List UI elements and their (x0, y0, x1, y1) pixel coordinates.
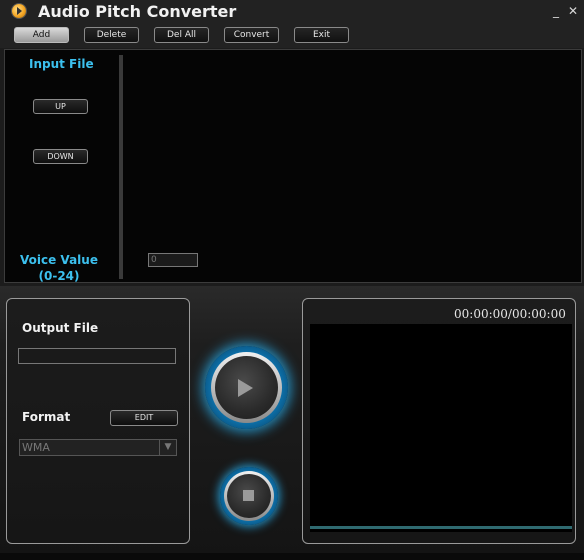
exit-button[interactable]: Exit (294, 27, 349, 43)
delete-button[interactable]: Delete (84, 27, 139, 43)
panel-divider (119, 55, 123, 279)
window-title: Audio Pitch Converter (38, 2, 237, 21)
output-file-label: Output File (22, 321, 99, 335)
output-file-field[interactable] (18, 348, 176, 364)
edit-button[interactable]: EDIT (110, 410, 178, 426)
voice-value-input[interactable]: 0 (148, 253, 198, 267)
input-file-list[interactable] (4, 49, 582, 283)
format-label: Format (22, 410, 71, 424)
voice-value-label: Voice Value (0-24) (10, 252, 108, 284)
close-button[interactable]: ✕ (568, 5, 578, 17)
progress-bar[interactable] (310, 526, 572, 529)
add-button[interactable]: Add (14, 27, 69, 43)
voice-value-title: Voice Value (20, 253, 98, 267)
format-value: WMA (22, 441, 50, 454)
convert-button[interactable]: Convert (224, 27, 279, 43)
preview-area (310, 324, 572, 532)
app-icon (12, 4, 26, 18)
move-up-button[interactable]: UP (33, 99, 88, 114)
move-down-button[interactable]: DOWN (33, 149, 88, 164)
stop-icon (243, 490, 254, 501)
minimize-button[interactable]: _ (553, 5, 559, 17)
bottom-strip (0, 553, 584, 560)
voice-value-range: (0-24) (38, 269, 80, 283)
input-file-label: Input File (29, 57, 94, 71)
time-display: 00:00:00/00:00:00 (454, 307, 566, 321)
play-icon (238, 379, 253, 397)
format-select[interactable]: WMA ▼ (19, 439, 177, 456)
del-all-button[interactable]: Del All (154, 27, 209, 43)
chevron-down-icon[interactable]: ▼ (159, 440, 176, 455)
